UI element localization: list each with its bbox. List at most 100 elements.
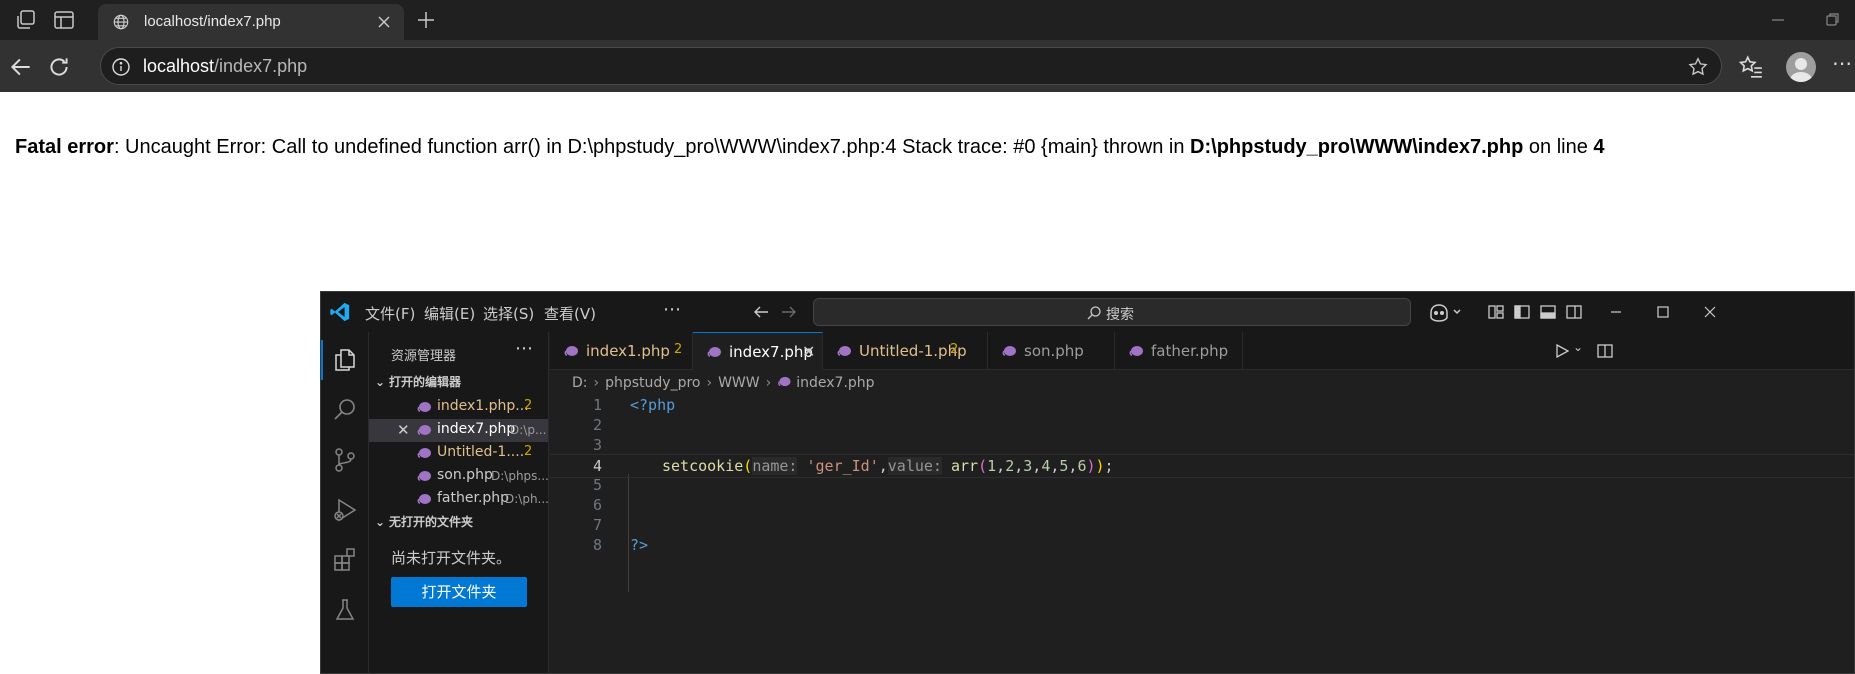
split-editor-icon[interactable] (1596, 342, 1614, 360)
close-editor-icon[interactable]: ✕ (397, 421, 410, 439)
php-elephant-icon (417, 471, 431, 481)
code-line[interactable]: 8 ?> (550, 534, 1854, 558)
toggle-panel-icon[interactable] (1539, 303, 1557, 321)
menu-view[interactable]: 查看(V) (544, 303, 596, 324)
search-placeholder: 搜索 (1106, 307, 1134, 323)
open-editors-header[interactable]: ⌄ 打开的编辑器 (375, 373, 461, 390)
url-text[interactable]: localhost/index7.php (143, 56, 307, 77)
window-restore-icon[interactable] (1822, 10, 1842, 30)
run-dropdown-chevron-icon[interactable]: ⌄ (1573, 340, 1583, 354)
run-play-icon[interactable] (1553, 342, 1571, 360)
refresh-icon[interactable] (46, 54, 72, 80)
close-tab-icon[interactable] (374, 12, 394, 32)
open-editor-name: index1.php... (437, 398, 529, 414)
browser-tab-active[interactable]: localhost/index7.php (98, 4, 404, 40)
nav-back-icon[interactable] (751, 302, 771, 322)
open-folder-button[interactable]: 打开文件夹 (391, 577, 527, 607)
breadcrumb: D: › phpstudy_pro › WWW › index7.php (572, 375, 875, 391)
run-debug-icon[interactable] (331, 496, 359, 524)
code-text: setcookie(name: 'ger_Id',value: arr(1,2,… (662, 457, 1114, 475)
open-editor-item[interactable]: son.php D:\phps... (369, 465, 548, 488)
open-editor-path: D:\ph... (505, 492, 548, 506)
error-label: Fatal error (15, 136, 114, 158)
testing-flask-icon[interactable] (331, 596, 359, 624)
search-icon (1087, 306, 1101, 320)
editor-tab[interactable]: father.php (1115, 332, 1243, 370)
source-control-icon[interactable] (331, 446, 359, 474)
back-arrow-icon[interactable] (8, 54, 34, 80)
problem-count-badge: 2 (950, 342, 959, 357)
editor-tab[interactable]: son.php (988, 332, 1115, 370)
open-editor-item[interactable]: Untitled-1.... 2 (369, 442, 548, 465)
open-editor-item[interactable]: father.php D:\ph... (369, 488, 548, 511)
vertical-tabs-icon[interactable] (52, 8, 76, 32)
open-editor-item[interactable]: index1.php... 2 (369, 396, 548, 419)
browser-tab-bar: localhost/index7.php (0, 0, 1855, 40)
php-elephant-icon (707, 347, 721, 357)
php-elephant-icon (1129, 346, 1143, 356)
error-text: : Uncaught Error: Call to undefined func… (113, 136, 1191, 158)
extensions-icon[interactable] (331, 546, 359, 574)
editor-tab-active[interactable]: index7.php ✕ (693, 332, 823, 370)
favorite-star-icon[interactable] (1687, 56, 1709, 78)
editor-tab[interactable]: index1.php 2 (550, 332, 693, 370)
breadcrumb-separator-icon: › (593, 375, 600, 391)
no-folder-header[interactable]: ⌄ 无打开的文件夹 (375, 513, 473, 530)
menu-selection[interactable]: 选择(S) (483, 303, 534, 324)
toggle-primary-sidebar-icon[interactable] (1513, 303, 1531, 321)
favorites-list-icon[interactable] (1738, 54, 1764, 80)
editor-tab-bar: index1.php 2 index7.php ✕ Untitled-1.php… (550, 332, 1854, 370)
php-elephant-icon (778, 376, 791, 387)
browser-toolbar: localhost/index7.php ⋯ (0, 40, 1855, 92)
line-number: 1 (592, 396, 602, 414)
line-number: 4 (592, 457, 602, 475)
open-editor-item[interactable]: ✕ index7.php D:\p... (369, 419, 548, 442)
error-on-line: on line (1523, 136, 1594, 158)
site-info-icon[interactable] (111, 57, 131, 77)
nav-forward-icon[interactable] (779, 302, 799, 322)
no-folder-message: 尚未打开文件夹。 (391, 549, 512, 567)
workspaces-icon[interactable] (14, 8, 38, 32)
menu-edit[interactable]: 编辑(E) (424, 303, 475, 324)
breadcrumb-item[interactable]: index7.php (796, 375, 874, 391)
php-elephant-icon (417, 402, 431, 412)
php-elephant-icon (837, 346, 851, 356)
explorer-more-icon[interactable]: ⋯ (515, 338, 533, 359)
breadcrumb-item[interactable]: phpstudy_pro (605, 375, 700, 391)
error-file: D:\phpstudy_pro\WWW\index7.php (1190, 136, 1524, 158)
address-bar[interactable]: localhost/index7.php (100, 47, 1722, 85)
command-search-box[interactable]: 搜索 (813, 298, 1411, 326)
menu-more-icon[interactable]: ⋯ (663, 299, 681, 320)
problem-count-badge: 2 (524, 444, 533, 459)
explorer-icon[interactable] (331, 346, 359, 374)
copilot-icon[interactable] (1427, 300, 1465, 324)
php-elephant-icon (417, 448, 431, 458)
editor-tab-label: index7.php (729, 343, 813, 361)
editor-tab[interactable]: Untitled-1.php 2 (823, 332, 988, 370)
breadcrumb-item[interactable]: WWW (718, 375, 760, 391)
globe-icon (113, 14, 129, 30)
no-folder-label: 无打开的文件夹 (389, 515, 474, 529)
open-editor-path: D:\phps... (491, 469, 548, 483)
explorer-sidebar: 资源管理器 ⋯ ⌄ 打开的编辑器 index1.php... 2 ✕ index7… (369, 332, 549, 673)
vscode-minimize-icon[interactable] (1607, 303, 1625, 321)
open-editor-name: index7.php (437, 421, 516, 437)
window-minimize-icon[interactable] (1768, 10, 1788, 30)
breadcrumb-item[interactable]: D: (572, 375, 588, 391)
vscode-close-icon[interactable] (1701, 303, 1719, 321)
vscode-titlebar: 文件(F) 编辑(E) 选择(S) 查看(V) ⋯ 搜索 (321, 292, 1854, 332)
toggle-secondary-sidebar-icon[interactable] (1565, 303, 1583, 321)
open-editor-name: son.php (437, 467, 493, 483)
open-editor-name: father.php (437, 490, 510, 506)
profile-avatar[interactable] (1786, 52, 1816, 82)
menu-file[interactable]: 文件(F) (365, 303, 415, 324)
vscode-maximize-icon[interactable] (1654, 303, 1672, 321)
new-tab-plus-icon[interactable] (414, 8, 438, 32)
search-activity-icon[interactable] (331, 396, 359, 424)
code-text: <?php (630, 396, 676, 414)
tab-title: localhost/index7.php (144, 13, 281, 30)
customize-layout-icon[interactable] (1487, 303, 1505, 321)
close-tab-icon[interactable]: ✕ (802, 342, 815, 361)
editor-tab-label: son.php (1024, 342, 1084, 360)
more-options-icon[interactable]: ⋯ (1832, 53, 1854, 78)
